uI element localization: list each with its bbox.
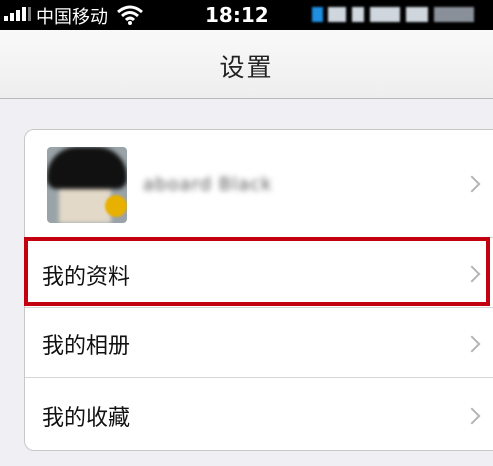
chevron-right-icon bbox=[463, 265, 481, 283]
settings-group: aboard Black 我的资料 我的相册 我的收藏 bbox=[24, 129, 493, 451]
menu-item-my-profile[interactable]: 我的资料 bbox=[25, 237, 493, 308]
navigation-bar: 设置 bbox=[0, 30, 493, 99]
avatar bbox=[47, 147, 127, 223]
vip-badge-icon bbox=[105, 195, 127, 217]
menu-item-label: 我的相册 bbox=[42, 334, 131, 359]
carrier-name: 中国移动 bbox=[36, 7, 108, 28]
profile-name: aboard Black bbox=[143, 174, 273, 195]
menu-item-label: 我的资料 bbox=[42, 265, 131, 290]
chevron-right-icon bbox=[463, 335, 481, 353]
profile-row[interactable]: aboard Black bbox=[25, 130, 493, 237]
menu-item-my-album[interactable]: 我的相册 bbox=[25, 307, 493, 378]
status-bar: 中国移动 18:12 bbox=[0, 0, 493, 30]
chevron-right-icon bbox=[463, 407, 481, 425]
page-title: 设置 bbox=[219, 53, 274, 82]
menu-item-label: 我的收藏 bbox=[42, 406, 131, 431]
signal-bars-icon bbox=[4, 6, 34, 24]
clock: 18:12 bbox=[205, 3, 269, 27]
wifi-icon bbox=[117, 5, 143, 25]
menu-item-my-favorites[interactable]: 我的收藏 bbox=[25, 377, 493, 450]
notification-icons bbox=[312, 7, 493, 22]
chevron-right-icon bbox=[463, 175, 481, 193]
